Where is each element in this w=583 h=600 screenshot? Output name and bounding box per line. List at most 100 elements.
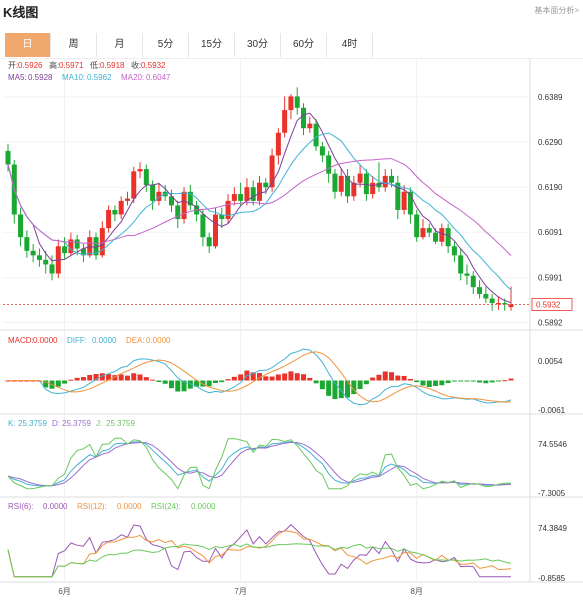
candle-body <box>426 228 432 233</box>
macd-bar <box>426 380 432 387</box>
macd-bar <box>420 380 426 386</box>
candle-body <box>131 171 137 199</box>
fundamental-analysis-link[interactable]: 基本面分析> <box>534 5 579 16</box>
candle-body <box>363 173 369 195</box>
candle-body <box>150 184 156 201</box>
candle-body <box>338 175 344 192</box>
macd-bar <box>357 380 363 390</box>
price-tick-label: 0.5892 <box>538 319 563 328</box>
macd-bar <box>238 374 244 381</box>
tab-week[interactable]: 周 <box>51 33 97 57</box>
macd-bar <box>376 374 382 381</box>
legend-indicator-label: D: <box>52 419 60 428</box>
macd-bar <box>389 372 395 381</box>
legend-indicator-label: K: <box>8 419 16 428</box>
tab-month[interactable]: 月 <box>97 33 143 57</box>
macd-bar <box>137 374 143 381</box>
candle-body <box>489 298 495 304</box>
candle-body <box>301 107 307 129</box>
macd-bar <box>439 380 445 386</box>
tab-60min[interactable]: 60分 <box>281 33 327 57</box>
legend-indicator-value: 25.3759 <box>62 419 91 428</box>
macd-bar <box>143 377 149 381</box>
tab-5min[interactable]: 5分 <box>143 33 189 57</box>
candle-body <box>18 214 24 238</box>
macd-bar <box>370 377 376 381</box>
legend-indicator-label: RSI(24): <box>151 502 181 511</box>
candle-body <box>5 150 11 165</box>
macd-bar <box>206 380 212 387</box>
candle-body <box>389 175 395 183</box>
candle-body <box>118 200 124 215</box>
tab-15min[interactable]: 15分 <box>189 33 235 57</box>
macd-bar <box>62 380 68 384</box>
price-tick-label: 0.6091 <box>538 228 563 237</box>
macd-bar <box>464 380 470 382</box>
legend-indicator-label: RSI(12): <box>77 502 107 511</box>
last-price-label: 0.5932 <box>536 300 561 309</box>
macd-bar <box>307 377 313 381</box>
candle-body <box>464 273 470 276</box>
macd-bar <box>162 380 168 384</box>
tab-day[interactable]: 日 <box>5 33 51 57</box>
legend-ohlc-value: 0.5918 <box>100 61 125 70</box>
macd-bar <box>74 377 80 381</box>
macd-bar <box>124 375 130 381</box>
macd-bar <box>395 375 401 381</box>
candle-body <box>124 198 130 201</box>
rsi24-line <box>7 543 512 578</box>
candle-body <box>181 191 187 220</box>
candle-body <box>143 169 149 185</box>
legend-indicator-label: MACD: <box>8 336 34 345</box>
candle-body <box>212 214 218 247</box>
price-tick-label: 0.6290 <box>538 138 563 147</box>
legend-indicator-label: DIFF: <box>67 336 87 345</box>
candle-body <box>382 175 388 188</box>
candle-body <box>275 132 281 156</box>
candle-body <box>401 191 407 210</box>
legend-ma-label: MA5: <box>8 73 27 82</box>
legend-ohlc-value: 0.5932 <box>141 61 166 70</box>
candle-body <box>326 155 332 174</box>
legend-indicator-value: 0.0000 <box>117 502 142 511</box>
candle-body <box>357 173 363 183</box>
macd-bar <box>433 380 439 386</box>
macd-bar <box>483 380 489 384</box>
candle-body <box>112 209 118 215</box>
macd-bar <box>382 371 388 381</box>
macd-bar <box>502 380 508 382</box>
candle-body <box>206 237 212 247</box>
candle-body <box>43 259 49 265</box>
macd-bar <box>225 379 231 381</box>
macd-bar <box>118 374 124 381</box>
candle-body <box>30 250 36 256</box>
macd-bar <box>275 374 281 381</box>
candle-body <box>263 182 269 188</box>
macd-bar <box>156 380 162 382</box>
macd-bar <box>282 373 288 381</box>
candle-body <box>294 96 300 108</box>
macd-bar <box>269 376 275 381</box>
kline-chart[interactable]: 6月 7月 8月 0.6389 0.6290 0.6190 0.6091 0.5991 0.58… <box>0 58 583 600</box>
legend-ma-label: MA20: <box>121 73 144 82</box>
macd-bar <box>470 380 476 382</box>
legend-ohlc-label: 低: <box>90 60 100 70</box>
legend-ohlc-value: 0.5926 <box>18 61 43 70</box>
title-bar: K线图 基本面分析> <box>0 0 583 22</box>
macd-bar <box>219 380 225 383</box>
legend-ohlc-label: 开: <box>8 61 18 70</box>
macd-bar <box>168 380 174 389</box>
period-tabs: 日 周 月 5分 15分 30分 60分 4时 <box>5 33 373 57</box>
legend-indicator-label: J: <box>96 419 102 428</box>
candle-body <box>24 237 30 251</box>
indicator-tick-label: 74.3849 <box>538 524 567 533</box>
legend-indicator-value: 25.3759 <box>106 419 135 428</box>
candle-body <box>451 246 457 256</box>
candle-body <box>36 255 42 260</box>
candle-body <box>137 169 143 172</box>
tab-4hour[interactable]: 4时 <box>327 33 373 57</box>
macd-bar <box>263 376 269 381</box>
page-title: K线图 <box>3 5 39 20</box>
tab-30min[interactable]: 30分 <box>235 33 281 57</box>
macd-bar <box>294 373 300 381</box>
